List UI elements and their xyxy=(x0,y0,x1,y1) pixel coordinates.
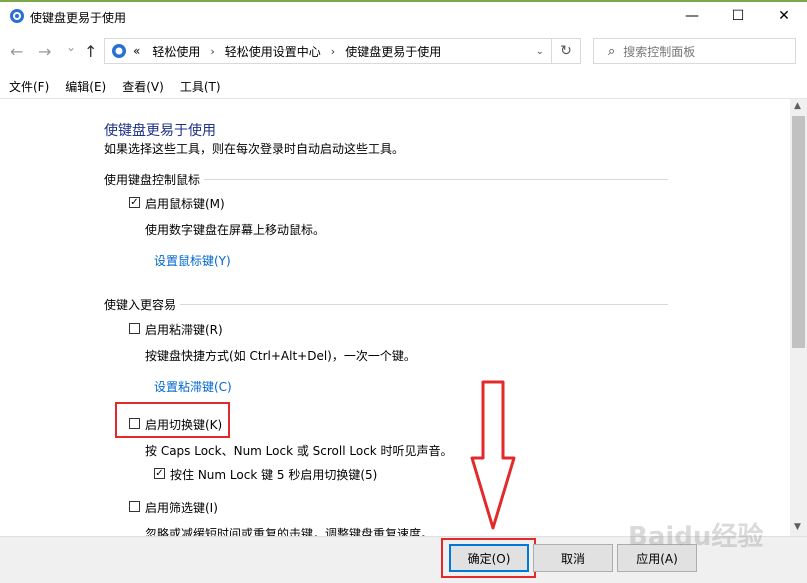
breadcrumb-separator-icon[interactable]: › xyxy=(210,45,214,58)
breadcrumb-item[interactable]: 轻松使用设置中心 xyxy=(225,43,321,60)
control-panel-icon xyxy=(10,9,24,23)
window-title: 使键盘更易于使用 xyxy=(30,11,127,25)
mouse-keys-note: 使用数字键盘在屏幕上移动鼠标。 xyxy=(145,223,326,237)
forward-arrow-icon[interactable]: → xyxy=(38,42,51,61)
sticky-keys-note: 按键盘快捷方式(如 Ctrl+Alt+Del)，一次一个键。 xyxy=(145,349,416,363)
ok-button[interactable]: 确定(O) xyxy=(449,544,529,572)
search-input[interactable]: ⌕ 搜索控制面板 xyxy=(593,38,796,64)
menu-file[interactable]: 文件(F) xyxy=(9,78,49,95)
mouse-keys-checkbox[interactable]: ✓ xyxy=(129,197,140,208)
filter-keys-note: 忽略或减缓短时间或重复的击键，调整键盘重复速度。 xyxy=(145,527,434,536)
toggle-keys-note: 按 Caps Lock、Num Lock 或 Scroll Lock 时听见声音… xyxy=(145,444,453,458)
page-description: 如果选择这些工具，则在每次登录时自动启动这些工具。 xyxy=(104,142,405,156)
menu-tools[interactable]: 工具(T) xyxy=(180,78,221,95)
num-lock-toggle-label[interactable]: 按住 Num Lock 键 5 秒启用切换键(5) xyxy=(170,466,377,483)
mouse-keys-label[interactable]: 启用鼠标键(M) xyxy=(145,195,225,212)
setup-mouse-keys-link[interactable]: 设置鼠标键(Y) xyxy=(154,252,231,269)
cancel-button[interactable]: 取消 xyxy=(533,544,613,572)
breadcrumb-separator-icon[interactable]: › xyxy=(331,45,335,58)
up-arrow-icon[interactable]: ↑ xyxy=(84,42,97,61)
address-overflow[interactable]: « xyxy=(133,44,140,58)
address-bar[interactable]: « 轻松使用 › 轻松使用设置中心 › 使键盘更易于使用 ⌄ ↻ xyxy=(104,38,581,64)
toggle-keys-label[interactable]: 启用切换键(K) xyxy=(145,416,222,433)
scroll-down-icon[interactable]: ▼ xyxy=(794,522,801,532)
menu-bar: 文件(F) 编辑(E) 查看(V) 工具(T) xyxy=(0,74,807,99)
minimize-button[interactable]: — xyxy=(669,0,715,32)
section-divider xyxy=(204,179,668,180)
section-divider xyxy=(180,304,668,305)
page-title: 使键盘更易于使用 xyxy=(104,123,216,139)
setup-sticky-keys-link[interactable]: 设置粘滞键(C) xyxy=(154,378,232,395)
recent-locations-icon[interactable]: ⌄ xyxy=(66,40,76,54)
scrollbar-thumb[interactable] xyxy=(792,116,805,348)
filter-keys-checkbox[interactable] xyxy=(129,501,140,512)
menu-view[interactable]: 查看(V) xyxy=(122,78,164,95)
sticky-keys-checkbox[interactable] xyxy=(129,323,140,334)
breadcrumb-item[interactable]: 轻松使用 xyxy=(152,43,200,60)
maximize-button[interactable]: ☐ xyxy=(715,0,761,32)
menu-edit[interactable]: 编辑(E) xyxy=(65,78,106,95)
section-title: 使用键盘控制鼠标 xyxy=(104,173,201,187)
red-arrow-annotation xyxy=(470,380,516,530)
watermark: Baidu经验 xyxy=(628,522,764,552)
search-icon: ⌕ xyxy=(608,43,616,59)
section-title: 使键入更容易 xyxy=(104,298,177,312)
search-placeholder: 搜索控制面板 xyxy=(623,44,696,59)
scroll-up-icon[interactable]: ▲ xyxy=(794,101,801,111)
chevron-down-icon[interactable]: ⌄ xyxy=(536,46,544,57)
toggle-keys-checkbox[interactable] xyxy=(129,418,140,429)
filter-keys-label[interactable]: 启用筛选键(I) xyxy=(145,499,218,516)
num-lock-toggle-checkbox[interactable]: ✓ xyxy=(154,468,165,479)
close-button[interactable]: ✕ xyxy=(761,0,807,32)
location-icon xyxy=(112,44,126,58)
sticky-keys-label[interactable]: 启用粘滞键(R) xyxy=(145,321,223,338)
breadcrumb-item[interactable]: 使键盘更易于使用 xyxy=(345,43,441,60)
refresh-icon[interactable]: ↻ xyxy=(551,39,580,63)
back-arrow-icon[interactable]: ← xyxy=(10,42,23,61)
